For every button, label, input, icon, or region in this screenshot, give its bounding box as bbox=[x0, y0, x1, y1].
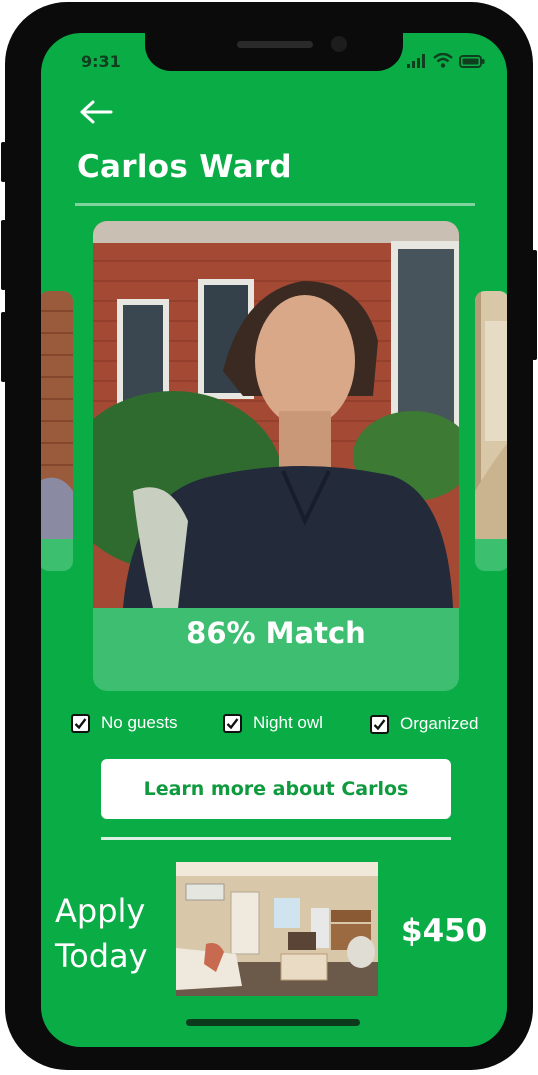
pref-label: No guests bbox=[101, 713, 178, 732]
apply-line-1: Apply bbox=[55, 892, 146, 930]
app-screen: 9:31 Carlos Ward 86% Match No guests Nig… bbox=[41, 33, 507, 1047]
pref-label: Organized bbox=[400, 714, 479, 733]
previous-profile-photo bbox=[41, 291, 73, 539]
checkbox-checked-icon[interactable] bbox=[71, 713, 90, 733]
phone-frame: 9:31 Carlos Ward 86% Match No guests Nig… bbox=[5, 2, 533, 1070]
home-indicator[interactable] bbox=[186, 1019, 360, 1026]
apply-today-heading[interactable]: Apply Today bbox=[55, 889, 148, 979]
listing-price: $450 bbox=[401, 913, 488, 949]
previous-profile-card[interactable] bbox=[41, 291, 73, 571]
match-percentage: 86% Match bbox=[186, 616, 366, 650]
title-divider bbox=[75, 203, 475, 206]
notch bbox=[145, 33, 403, 71]
profile-card[interactable]: 86% Match bbox=[93, 221, 459, 691]
front-camera bbox=[331, 36, 347, 52]
checkbox-checked-icon[interactable] bbox=[223, 713, 242, 733]
checkbox-checked-icon[interactable] bbox=[370, 714, 389, 734]
apartment-photo[interactable] bbox=[176, 862, 378, 996]
signal-icon bbox=[407, 54, 425, 68]
status-time: 9:31 bbox=[81, 52, 121, 71]
pref-no-guests[interactable]: No guests bbox=[71, 713, 178, 733]
learn-more-button[interactable]: Learn more about Carlos bbox=[101, 759, 451, 819]
pref-night-owl[interactable]: Night owl bbox=[223, 713, 323, 733]
pref-organized[interactable]: Organized bbox=[370, 714, 478, 734]
pref-label: Night owl bbox=[253, 713, 323, 732]
profile-photo bbox=[93, 221, 459, 608]
battery-icon bbox=[459, 55, 485, 68]
wifi-icon bbox=[433, 53, 453, 68]
next-profile-card[interactable] bbox=[475, 291, 507, 571]
page-title: Carlos Ward bbox=[77, 149, 292, 185]
status-icons bbox=[407, 53, 485, 68]
bottom-divider bbox=[101, 837, 451, 840]
apply-line-2: Today bbox=[55, 937, 148, 975]
back-arrow-icon[interactable] bbox=[79, 99, 113, 125]
speaker bbox=[237, 41, 313, 48]
next-profile-photo bbox=[475, 291, 507, 539]
